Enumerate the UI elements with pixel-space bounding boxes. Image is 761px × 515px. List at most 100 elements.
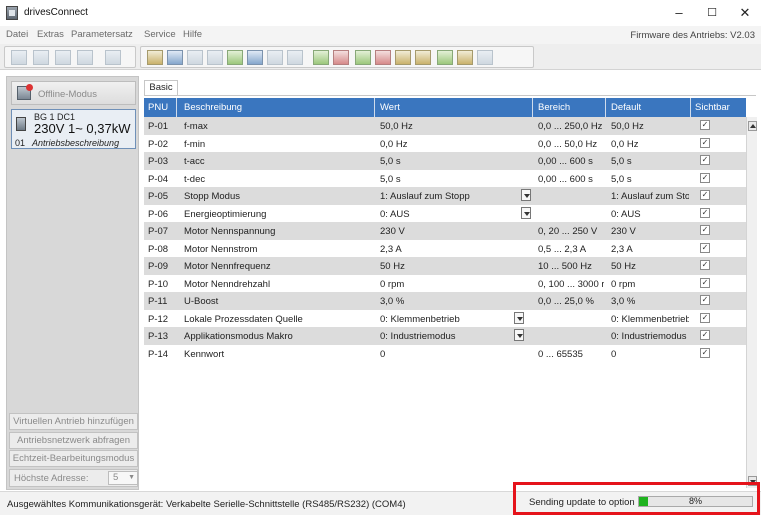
value-dropdown-button[interactable] [514, 311, 524, 324]
menu-hilfe[interactable]: Hilfe [183, 29, 202, 40]
menu-extras[interactable]: Extras [37, 29, 64, 40]
table-row[interactable]: P-04 t-dec 5,0 s 0,00 ... 600 s 5,0 s ✓ [144, 169, 746, 187]
toolbar-button-16[interactable] [355, 50, 371, 65]
toolbar-button-19[interactable] [415, 50, 431, 65]
cell-wert[interactable]: 0: AUS [380, 209, 520, 220]
column-header-default[interactable]: Default [611, 102, 641, 113]
value-dropdown-button[interactable] [514, 329, 524, 341]
toolbar-button-15[interactable] [333, 50, 349, 65]
drive-card[interactable]: BG 1 DC1 230V 1~ 0,37kW 01 Antriebsbeschr… [11, 109, 136, 149]
cell-wert[interactable]: 0: Klemmenbetrieb [380, 314, 520, 325]
menu-service[interactable]: Service [144, 29, 176, 40]
maximize-button[interactable]: ☐ [697, 4, 727, 22]
table-row[interactable]: P-08 Motor Nennstrom 2,3 A 0,5 ... 2,3 A 2,3… [144, 239, 746, 257]
cell-wert[interactable]: 5,0 s [380, 174, 520, 185]
table-row[interactable]: P-14 Kennwort 0 0 ... 65535 0 ✓ [144, 344, 746, 362]
add-virtual-drive-button[interactable]: Virtuellen Antrieb hinzufügen [9, 413, 138, 430]
cell-pnu: P-02 [148, 138, 169, 150]
visible-checkbox[interactable]: ✓ [700, 225, 710, 235]
toolbar-button-1[interactable] [11, 50, 27, 65]
column-header-sichtbar[interactable]: Sichtbar [695, 102, 730, 113]
column-header-bereich[interactable]: Bereich [538, 102, 570, 113]
drive-description: 01 Antriebsbeschreibung [15, 138, 119, 148]
column-header-pnu[interactable]: PNU [148, 102, 168, 113]
visible-checkbox[interactable]: ✓ [700, 242, 710, 253]
scroll-up-icon[interactable] [748, 121, 757, 131]
toolbar-button-5[interactable] [105, 50, 121, 65]
column-header-wert[interactable]: Wert [380, 102, 400, 113]
menu-parametersatz[interactable]: Parametersatz [71, 29, 133, 40]
cell-default: 0,0 Hz [611, 138, 639, 150]
save-icon[interactable] [167, 50, 183, 65]
cell-wert[interactable]: 5,0 s [380, 156, 520, 167]
visible-checkbox[interactable]: ✓ [700, 295, 710, 305]
realtime-edit-mode-button[interactable]: Echtzeit-Bearbeitungsmodus [9, 450, 138, 467]
table-row[interactable]: P-07 Motor Nennspannung 230 V 0, 20 ... 250… [144, 222, 746, 240]
cell-wert[interactable]: 50 Hz [380, 261, 520, 272]
offline-mode-button[interactable]: Offline-Modus [11, 81, 136, 105]
table-row[interactable]: P-11 U-Boost 3,0 % 0,0 ... 25,0 % 3,0 % ✓ [144, 292, 746, 310]
cell-wert[interactable]: 0,0 Hz [380, 139, 520, 150]
toolbar-button-21[interactable] [457, 50, 473, 65]
toolbar-button-20[interactable] [437, 50, 453, 65]
cell-wert[interactable]: 50,0 Hz [380, 121, 520, 132]
toolbar-button-4[interactable] [77, 50, 93, 65]
visible-checkbox[interactable]: ✓ [700, 312, 710, 323]
toolbar-button-12[interactable] [267, 50, 283, 65]
cell-wert[interactable]: 0: Industriemodus [380, 331, 520, 342]
visible-checkbox[interactable]: ✓ [700, 120, 710, 130]
cell-wert[interactable]: 0 rpm [380, 279, 520, 290]
toolbar-button-10[interactable] [227, 50, 243, 65]
visible-checkbox[interactable]: ✓ [700, 207, 710, 218]
toolbar-button-3[interactable] [55, 50, 71, 65]
table-scrollbar[interactable] [746, 117, 757, 488]
cell-default: 0: Klemmenbetrieb [611, 313, 689, 325]
table-row[interactable]: P-10 Motor Nenndrehzahl 0 rpm 0, 100 ... 30… [144, 274, 746, 292]
toolbar-button-8[interactable] [187, 50, 203, 65]
toolbar-button-2[interactable] [33, 50, 49, 65]
cell-bereich: 0, 100 ... 3000 rpm [538, 278, 604, 290]
cell-wert[interactable]: 0 [380, 349, 520, 360]
visible-checkbox[interactable]: ✓ [700, 172, 710, 183]
query-drive-network-button[interactable]: Antriebsnetzwerk abfragen [9, 432, 138, 449]
table-row[interactable]: P-03 t-acc 5,0 s 0,00 ... 600 s 5,0 s ✓ [144, 152, 746, 170]
toolbar-button-11[interactable] [247, 50, 263, 65]
table-row[interactable]: P-13 Applikationsmodus Makro 0: Industriem… [144, 327, 746, 345]
visible-checkbox[interactable]: ✓ [700, 277, 710, 288]
table-row[interactable]: P-05 Stopp Modus 1: Auslauf zum Stopp 1: Au… [144, 187, 746, 205]
update-progress-bar: 8% [638, 496, 753, 507]
toolbar-button-14[interactable] [313, 50, 329, 65]
toolbar-button-17[interactable] [375, 50, 391, 65]
table-row[interactable]: P-12 Lokale Prozessdaten Quelle 0: Klemmen… [144, 309, 746, 327]
cell-beschreibung: Motor Nennfrequenz [184, 261, 271, 272]
visible-checkbox[interactable]: ✓ [700, 347, 710, 358]
cell-wert[interactable]: 2,3 A [380, 244, 520, 255]
column-header-beschreibung[interactable]: Beschreibung [184, 102, 242, 113]
highest-address-select[interactable]: 5 ▼ [108, 471, 138, 485]
visible-checkbox[interactable]: ✓ [700, 330, 710, 340]
value-dropdown-button[interactable] [521, 206, 531, 219]
visible-checkbox[interactable]: ✓ [700, 137, 710, 148]
table-row[interactable]: P-01 f-max 50,0 Hz 0,0 ... 250,0 Hz 50,0 Hz ✓ [144, 117, 746, 135]
menu-datei[interactable]: Datei [6, 29, 28, 40]
toolbar-button-18[interactable] [395, 50, 411, 65]
open-folder-icon[interactable] [147, 50, 163, 65]
table-row[interactable]: P-09 Motor Nennfrequenz 50 Hz 10 ... 500 Hz… [144, 257, 746, 275]
cell-wert[interactable]: 3,0 % [380, 296, 520, 307]
close-button[interactable]: ✕ [730, 4, 760, 22]
toolbar-button-9[interactable] [207, 50, 223, 65]
visible-checkbox[interactable]: ✓ [700, 155, 710, 165]
visible-checkbox[interactable]: ✓ [700, 260, 710, 270]
cell-wert[interactable]: 230 V [380, 226, 520, 237]
visible-checkbox[interactable]: ✓ [700, 190, 710, 200]
value-dropdown-button[interactable] [521, 189, 531, 201]
tab-basic[interactable]: Basic [144, 80, 178, 95]
print-icon[interactable] [287, 50, 303, 65]
table-row[interactable]: P-06 Energieoptimierung 0: AUS 0: AUS ✓ [144, 204, 746, 222]
table-row[interactable]: P-02 f-min 0,0 Hz 0,0 ... 50,0 Hz 0,0 Hz ✓ [144, 134, 746, 152]
toolbar-button-22[interactable] [477, 50, 493, 65]
minimize-button[interactable]: – [664, 4, 694, 22]
cell-wert[interactable]: 1: Auslauf zum Stopp [380, 191, 520, 202]
cell-pnu: P-13 [148, 331, 169, 342]
column-divider [690, 98, 691, 117]
